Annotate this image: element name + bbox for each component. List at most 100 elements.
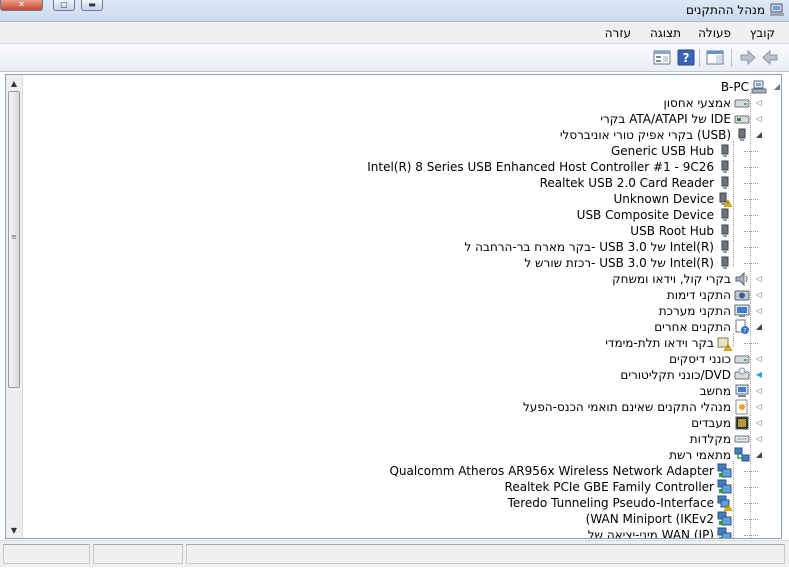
network-device-icon	[717, 511, 733, 527]
expanded-triangle-icon[interactable]: ◢	[773, 83, 781, 91]
network-device-icon	[717, 527, 733, 538]
tree-device-row[interactable]: USB Root Hub	[24, 223, 781, 239]
tree-item-label: בקר מארח בר-הרחבה ל- USB 3.0 של Intel(R)	[464, 240, 714, 254]
tree-device-row[interactable]: ! Teredo Tunneling Pseudo-Interface	[24, 495, 781, 512]
tree-connector	[744, 519, 758, 520]
tree-category-row[interactable]: ◢ מתאמי רשת	[24, 447, 781, 463]
scroll-thumb[interactable]: ≡	[8, 91, 20, 388]
menu-file[interactable]: קובץ	[750, 26, 775, 40]
tree-connector	[744, 199, 758, 200]
tree-device-row[interactable]: בקר מארח בר-הרחבה ל- USB 3.0 של Intel(R)	[24, 239, 781, 255]
tree-device-row[interactable]: Realtek USB 2.0 Card Reader	[24, 175, 781, 191]
tree-category-row[interactable]: ◁ מנהלי התקנים שאינם תואמי הכנס-הפעל	[24, 399, 781, 415]
usb-device-icon	[717, 223, 733, 239]
help-icon[interactable]: ?	[677, 49, 695, 66]
expanded-triangle-icon[interactable]: ◢	[755, 451, 763, 459]
collapsed-triangle-icon[interactable]: ◁	[755, 403, 763, 411]
status-bar	[0, 540, 789, 567]
usb-device-icon	[717, 175, 733, 191]
forward-arrow-icon[interactable]	[739, 49, 757, 66]
collapsed-triangle-icon[interactable]: ◀	[755, 371, 763, 379]
show-hide-console-tree-icon[interactable]	[706, 49, 724, 66]
collapsed-triangle-icon[interactable]: ◁	[755, 435, 763, 443]
collapsed-triangle-icon[interactable]: ◁	[755, 275, 763, 283]
tree-category-row[interactable]: ◢ בקרי אפיק טורי אוניברסלי (USB)	[24, 127, 781, 143]
vertical-scrollbar[interactable]: ▲ ≡ ▼	[6, 75, 23, 538]
collapsed-triangle-icon[interactable]: ◁	[755, 307, 763, 315]
tree-device-row[interactable]: Realtek PCIe GBE Family Controller	[24, 479, 781, 495]
collapsed-triangle-icon[interactable]: ◁	[755, 99, 763, 107]
tree-device-row[interactable]: מיני-יציאה של WAN (IP)	[24, 527, 781, 539]
tree-connector	[744, 151, 758, 152]
tree-device-row[interactable]: ! Unknown Device	[24, 191, 781, 208]
computer-icon	[734, 383, 750, 399]
tree-category-row[interactable]: ◁ מקלדות	[24, 431, 781, 447]
device-tree[interactable]: ▲ ≡ ▼ ◢ B-PC ◁ אמצעי אחסון ◁ בקרי ATA/ATAPI …	[5, 74, 782, 539]
status-pane	[186, 544, 785, 564]
other-devices-icon: ?	[734, 319, 750, 335]
tree-item-label: מתאמי רשת	[669, 448, 731, 462]
back-arrow-icon[interactable]	[761, 49, 779, 66]
collapsed-triangle-icon[interactable]: ◁	[755, 355, 763, 363]
tree-category-row[interactable]: ◁ בקרי קול, וידאו ומשחק	[24, 271, 781, 287]
tree-item-label: בקרי קול, וידאו ומשחק	[612, 272, 731, 286]
usb-warning-icon: !	[717, 191, 733, 208]
menu-view[interactable]: תצוגה	[650, 26, 681, 40]
scroll-up-icon[interactable]: ▲	[6, 77, 22, 91]
menu-action[interactable]: פעולה	[698, 26, 731, 40]
disk-drive-icon	[734, 351, 750, 367]
collapsed-triangle-icon[interactable]: ◁	[755, 291, 763, 299]
tree-category-row[interactable]: ◀ כונני תקליטורים/DVD	[24, 367, 781, 383]
storage-icon	[734, 95, 750, 111]
tree-item-label: (WAN Miniport (IKEv2	[585, 512, 714, 526]
tree-root-label: B-PC	[720, 80, 749, 94]
collapsed-triangle-icon[interactable]: ◁	[755, 387, 763, 395]
tree-category-row[interactable]: ◁ התקני מערכת	[24, 303, 781, 319]
tree-item-label: כונני דיסקים	[669, 352, 731, 366]
tree-item-label: Realtek USB 2.0 Card Reader	[539, 176, 714, 190]
tree-category-row[interactable]: ◁ כונני דיסקים	[24, 351, 781, 367]
maximize-button[interactable]: ▢	[53, 0, 75, 11]
imaging-device-icon	[734, 287, 750, 303]
tree-device-row[interactable]: ! בקר וידאו תלת-מימדי	[24, 335, 781, 352]
warning-device-icon: !	[717, 335, 733, 352]
tree-item-label: רכזת שורש ל- USB 3.0 של Intel(R)	[524, 256, 714, 270]
minimize-button[interactable]: ▬	[81, 0, 103, 11]
tree-connector	[744, 247, 758, 248]
tree-item-label: Teredo Tunneling Pseudo-Interface	[507, 496, 714, 510]
scroll-down-icon[interactable]: ▼	[6, 524, 22, 538]
tree-category-row[interactable]: ◁ התקני דימות	[24, 287, 781, 303]
tree-device-row[interactable]: (WAN Miniport (IKEv2	[24, 511, 781, 527]
expanded-triangle-icon[interactable]: ◢	[755, 323, 763, 331]
collapsed-triangle-icon[interactable]: ◁	[755, 419, 763, 427]
computer-icon	[751, 79, 767, 95]
tree-category-row[interactable]: ◁ מעבדים	[24, 415, 781, 431]
usb-device-icon	[717, 143, 733, 159]
tree-device-row[interactable]: Intel(R) 8 Series USB Enhanced Host Cont…	[24, 159, 781, 175]
usb-device-icon	[717, 207, 733, 223]
tree-category-row[interactable]: ◢? התקנים אחרים	[24, 319, 781, 335]
tree-connector	[744, 487, 758, 488]
usb-device-icon	[717, 239, 733, 255]
tree-device-row[interactable]: רכזת שורש ל- USB 3.0 של Intel(R)	[24, 255, 781, 271]
expanded-triangle-icon[interactable]: ◢	[755, 131, 763, 139]
tree-device-row[interactable]: Qualcomm Atheros AR956x Wireless Network…	[24, 463, 781, 479]
collapsed-triangle-icon[interactable]: ◁	[755, 115, 763, 123]
tree-root-row[interactable]: ◢ B-PC	[24, 79, 781, 95]
tree-category-row[interactable]: ◁ בקרי ATA/ATAPI של IDE	[24, 111, 781, 127]
toolbar-separator	[731, 49, 732, 67]
close-button[interactable]: ✕	[0, 0, 43, 11]
menu-help[interactable]: עזרה	[605, 26, 631, 40]
tree-device-row[interactable]: Generic USB Hub	[24, 143, 781, 159]
tree-category-row[interactable]: ◁ מחשב	[24, 383, 781, 399]
tree-connector	[744, 183, 758, 184]
tree-item-label: מחשב	[699, 384, 731, 398]
tree-device-row[interactable]: USB Composite Device	[24, 207, 781, 223]
tree-item-label: מנהלי התקנים שאינם תואמי הכנס-הפעל	[522, 400, 731, 414]
tree-connector	[744, 503, 758, 504]
tree-category-row[interactable]: ◁ אמצעי אחסון	[24, 95, 781, 111]
tree-item-label: מיני-יציאה של WAN (IP)	[587, 528, 714, 539]
tree-item-label: כונני תקליטורים/DVD	[620, 368, 731, 382]
tree-item-label: מקלדות	[689, 432, 731, 446]
properties-icon[interactable]	[653, 49, 671, 66]
